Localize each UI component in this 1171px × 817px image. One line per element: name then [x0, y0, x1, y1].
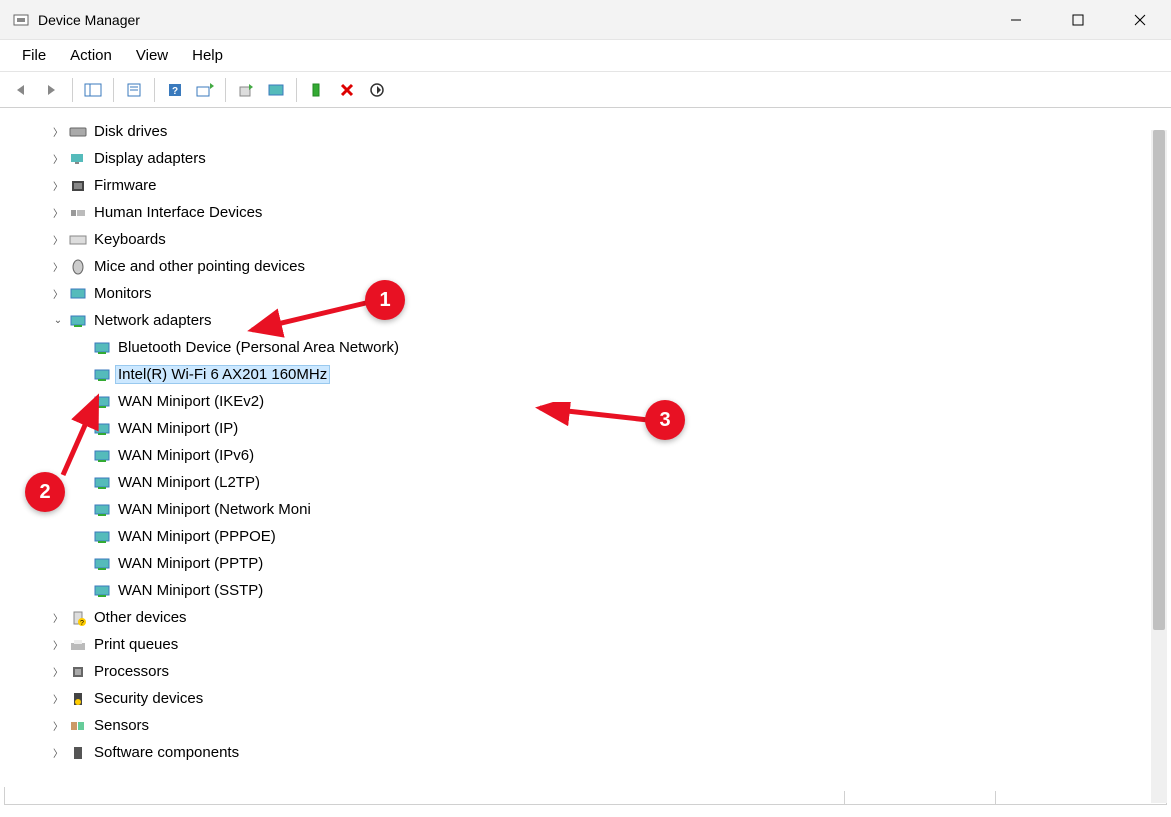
tree-item-bluetooth[interactable]: Bluetooth Device (Personal Area Network)	[14, 334, 1171, 361]
tree-item-wan-pptp[interactable]: WAN Miniport (PPTP)	[14, 550, 1171, 577]
annotation-arrow-1	[240, 290, 380, 340]
chevron-right-icon: 〉	[50, 151, 66, 167]
show-hide-tree-icon[interactable]	[79, 76, 107, 104]
tree-category-print-queues[interactable]: 〉Print queues	[14, 631, 1171, 658]
adapter-icon	[92, 366, 112, 384]
chevron-right-icon: 〉	[50, 286, 66, 302]
status-bar	[4, 791, 1167, 805]
annotation-arrow-3	[530, 402, 660, 432]
help-icon[interactable]: ?	[161, 76, 189, 104]
scrollbar-thumb[interactable]	[1153, 130, 1165, 630]
adapter-icon	[92, 528, 112, 546]
chevron-right-icon: 〉	[50, 691, 66, 707]
annotation-1: 1	[365, 280, 405, 320]
tree-item-wan-netmon[interactable]: WAN Miniport (Network Moni	[14, 496, 1171, 523]
chevron-down-icon: ⌄	[50, 313, 66, 329]
chevron-right-icon: 〉	[50, 259, 66, 275]
chevron-right-icon: 〉	[50, 718, 66, 734]
network-icon	[68, 312, 88, 330]
other-icon: ?	[68, 609, 88, 627]
hid-icon	[68, 204, 88, 222]
keyboard-icon	[68, 231, 88, 249]
device-tree[interactable]: 〉Disk drives 〉Display adapters 〉Firmware…	[0, 108, 1171, 787]
tree-category-firmware[interactable]: 〉Firmware	[14, 172, 1171, 199]
tree-category-display-adapters[interactable]: 〉Display adapters	[14, 145, 1171, 172]
menu-file[interactable]: File	[10, 43, 58, 68]
tree-category-software-components[interactable]: 〉Software components	[14, 739, 1171, 766]
properties-icon[interactable]	[120, 76, 148, 104]
chevron-right-icon: 〉	[50, 637, 66, 653]
adapter-icon	[92, 339, 112, 357]
window-title: Device Manager	[38, 12, 140, 28]
forward-icon[interactable]	[38, 76, 66, 104]
mouse-icon	[68, 258, 88, 276]
tree-item-wan-sstp[interactable]: WAN Miniport (SSTP)	[14, 577, 1171, 604]
enable-device-icon[interactable]	[303, 76, 331, 104]
cpu-icon	[68, 663, 88, 681]
maximize-button[interactable]	[1047, 0, 1109, 39]
scan-hardware-icon[interactable]	[262, 76, 290, 104]
minimize-button[interactable]	[985, 0, 1047, 39]
tree-item-wan-pppoe[interactable]: WAN Miniport (PPPOE)	[14, 523, 1171, 550]
titlebar: Device Manager	[0, 0, 1171, 40]
tree-category-monitors[interactable]: 〉Monitors	[14, 280, 1171, 307]
update-driver-icon[interactable]	[232, 76, 260, 104]
chevron-right-icon: 〉	[50, 124, 66, 140]
tree-category-sensors[interactable]: 〉Sensors	[14, 712, 1171, 739]
app-icon	[12, 11, 30, 29]
chevron-right-icon: 〉	[50, 664, 66, 680]
tree-category-processors[interactable]: 〉Processors	[14, 658, 1171, 685]
disable-device-icon[interactable]	[363, 76, 391, 104]
tree-item-wan-ipv6[interactable]: WAN Miniport (IPv6)	[14, 442, 1171, 469]
vertical-scrollbar[interactable]	[1151, 130, 1167, 803]
annotation-2: 2	[25, 472, 65, 512]
adapter-icon	[92, 582, 112, 600]
menu-help[interactable]: Help	[180, 43, 235, 68]
tree-item-wan-l2tp[interactable]: WAN Miniport (L2TP)	[14, 469, 1171, 496]
tree-item-intel-wifi[interactable]: Intel(R) Wi-Fi 6 AX201 160MHz	[14, 361, 1171, 388]
chevron-right-icon: 〉	[50, 610, 66, 626]
annotation-arrow-2	[55, 390, 115, 485]
uninstall-device-icon[interactable]	[333, 76, 361, 104]
svg-text:?: ?	[172, 86, 178, 97]
chevron-right-icon: 〉	[50, 232, 66, 248]
adapter-icon	[92, 501, 112, 519]
sensor-icon	[68, 717, 88, 735]
firmware-icon	[68, 177, 88, 195]
tree-category-security-devices[interactable]: 〉Security devices	[14, 685, 1171, 712]
tree-category-other-devices[interactable]: 〉?Other devices	[14, 604, 1171, 631]
software-icon	[68, 744, 88, 762]
annotation-3: 3	[645, 400, 685, 440]
chevron-right-icon: 〉	[50, 205, 66, 221]
close-button[interactable]	[1109, 0, 1171, 39]
tree-category-disk-drives[interactable]: 〉Disk drives	[14, 118, 1171, 145]
action-icon[interactable]	[191, 76, 219, 104]
svg-text:?: ?	[80, 620, 84, 626]
adapter-icon	[92, 555, 112, 573]
menu-action[interactable]: Action	[58, 43, 124, 68]
menu-view[interactable]: View	[124, 43, 180, 68]
tree-category-network-adapters[interactable]: ⌄Network adapters	[14, 307, 1171, 334]
security-icon	[68, 690, 88, 708]
display-icon	[68, 150, 88, 168]
monitor-icon	[68, 285, 88, 303]
tree-category-keyboards[interactable]: 〉Keyboards	[14, 226, 1171, 253]
chevron-right-icon: 〉	[50, 178, 66, 194]
window-controls	[985, 0, 1171, 39]
disk-icon	[68, 123, 88, 141]
menubar: File Action View Help	[0, 40, 1171, 72]
back-icon[interactable]	[8, 76, 36, 104]
tree-category-hid[interactable]: 〉Human Interface Devices	[14, 199, 1171, 226]
chevron-right-icon: 〉	[50, 745, 66, 761]
tree-category-mice[interactable]: 〉Mice and other pointing devices	[14, 253, 1171, 280]
toolbar: ?	[0, 72, 1171, 108]
printer-icon	[68, 636, 88, 654]
